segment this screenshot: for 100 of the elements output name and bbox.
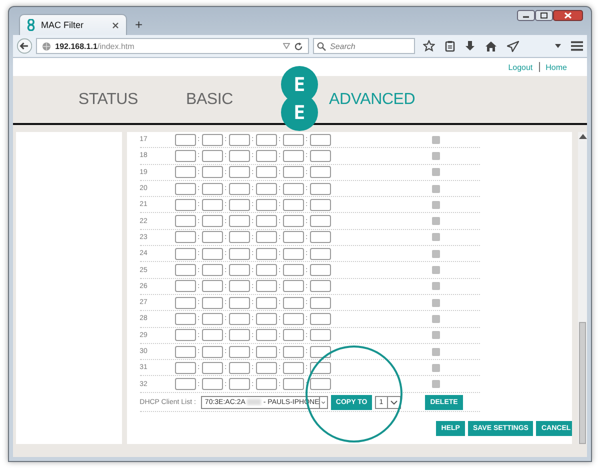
mac-input[interactable] [282, 280, 304, 292]
mac-input[interactable] [282, 264, 304, 276]
checkbox[interactable] [432, 233, 440, 242]
minimize-icon[interactable] [517, 10, 535, 21]
mac-input[interactable] [228, 248, 250, 260]
mac-input[interactable] [310, 346, 331, 358]
mac-input[interactable] [228, 329, 250, 342]
mac-input[interactable] [310, 198, 331, 211]
mac-input[interactable] [174, 150, 196, 162]
mac-input[interactable] [256, 362, 277, 374]
mac-input[interactable] [256, 248, 277, 260]
mac-input[interactable] [310, 329, 331, 342]
mac-input[interactable] [310, 134, 331, 146]
download-icon[interactable] [465, 40, 475, 52]
mac-input[interactable] [228, 134, 250, 146]
mac-input[interactable] [256, 296, 277, 309]
mac-input[interactable] [174, 329, 196, 342]
mac-input[interactable] [256, 280, 277, 292]
scrollbar[interactable] [578, 132, 587, 444]
mac-input[interactable] [282, 231, 304, 244]
mac-input[interactable] [202, 248, 223, 260]
mac-input[interactable] [282, 346, 304, 358]
mac-input[interactable] [174, 198, 196, 211]
mac-input[interactable] [174, 346, 196, 358]
mac-input[interactable] [310, 215, 331, 228]
star-icon[interactable] [423, 40, 435, 52]
mac-input[interactable] [282, 182, 304, 195]
checkbox[interactable] [432, 152, 440, 160]
mac-input[interactable] [256, 182, 277, 195]
search-field[interactable]: Search [313, 38, 415, 54]
mac-input[interactable] [282, 362, 304, 374]
mac-input[interactable] [228, 231, 250, 244]
mac-input[interactable] [174, 312, 196, 325]
mac-input[interactable] [202, 150, 223, 162]
checkbox[interactable] [432, 217, 440, 226]
mac-input[interactable] [310, 296, 331, 309]
mac-input[interactable] [174, 362, 196, 374]
nav-tab[interactable]: ADVANCED [329, 90, 416, 108]
mac-input[interactable] [228, 150, 250, 162]
mac-input[interactable] [256, 378, 277, 390]
mac-input[interactable] [174, 280, 196, 292]
checkbox[interactable] [432, 184, 440, 193]
checkbox[interactable] [432, 250, 440, 258]
address-bar[interactable]: 192.168.1.1/index.htm [36, 38, 309, 54]
mac-input[interactable] [256, 198, 277, 211]
checkbox[interactable] [432, 266, 440, 274]
mac-input[interactable] [310, 166, 331, 178]
mac-input[interactable] [256, 231, 277, 244]
checkbox[interactable] [432, 364, 440, 372]
mac-input[interactable] [228, 215, 250, 228]
mac-input[interactable] [282, 215, 304, 228]
mac-input[interactable] [310, 378, 331, 390]
mac-input[interactable] [174, 248, 196, 260]
mac-input[interactable] [202, 312, 223, 325]
mac-input[interactable] [202, 182, 223, 195]
mac-input[interactable] [228, 182, 250, 195]
top-link[interactable]: Home [546, 62, 567, 72]
top-link[interactable]: Logout [508, 62, 533, 72]
mac-input[interactable] [282, 150, 304, 162]
mac-input[interactable] [228, 362, 250, 374]
mac-input[interactable] [202, 296, 223, 309]
mac-input[interactable] [228, 378, 250, 390]
mac-input[interactable] [228, 166, 250, 178]
mac-input[interactable] [310, 150, 331, 162]
mac-input[interactable] [202, 264, 223, 276]
mac-input[interactable] [174, 134, 196, 146]
mac-input[interactable] [256, 150, 277, 162]
reload-icon[interactable] [294, 42, 303, 50]
mac-input[interactable] [228, 346, 250, 358]
menu-icon[interactable] [571, 41, 583, 51]
mac-input[interactable] [174, 378, 196, 390]
checkbox[interactable] [432, 136, 440, 144]
paper-plane-icon[interactable] [507, 40, 519, 52]
mac-input[interactable] [256, 215, 277, 228]
mac-input[interactable] [228, 198, 250, 211]
mac-input[interactable] [310, 231, 331, 244]
mac-input[interactable] [174, 182, 196, 195]
mac-input[interactable] [310, 182, 331, 195]
mac-input[interactable] [256, 264, 277, 276]
checkbox[interactable] [432, 168, 440, 176]
checkbox[interactable] [432, 380, 440, 388]
mac-input[interactable] [202, 329, 223, 342]
mac-input[interactable] [228, 280, 250, 292]
mac-input[interactable] [256, 312, 277, 325]
mac-input[interactable] [282, 198, 304, 211]
dropdown-icon[interactable] [555, 44, 561, 48]
mac-input[interactable] [282, 378, 304, 390]
mac-input[interactable] [256, 134, 277, 146]
browser-tab[interactable]: MAC Filter [19, 14, 127, 35]
mac-input[interactable] [282, 329, 304, 342]
new-tab-button[interactable]: + [135, 17, 143, 32]
scrollbar-thumb[interactable] [579, 322, 586, 444]
mac-input[interactable] [202, 134, 223, 146]
mac-input[interactable] [202, 215, 223, 228]
mac-input[interactable] [202, 166, 223, 178]
mac-input[interactable] [256, 329, 277, 342]
mac-input[interactable] [174, 166, 196, 178]
nav-tab[interactable]: BASIC [186, 90, 233, 108]
mac-input[interactable] [202, 346, 223, 358]
mac-input[interactable] [310, 248, 331, 260]
